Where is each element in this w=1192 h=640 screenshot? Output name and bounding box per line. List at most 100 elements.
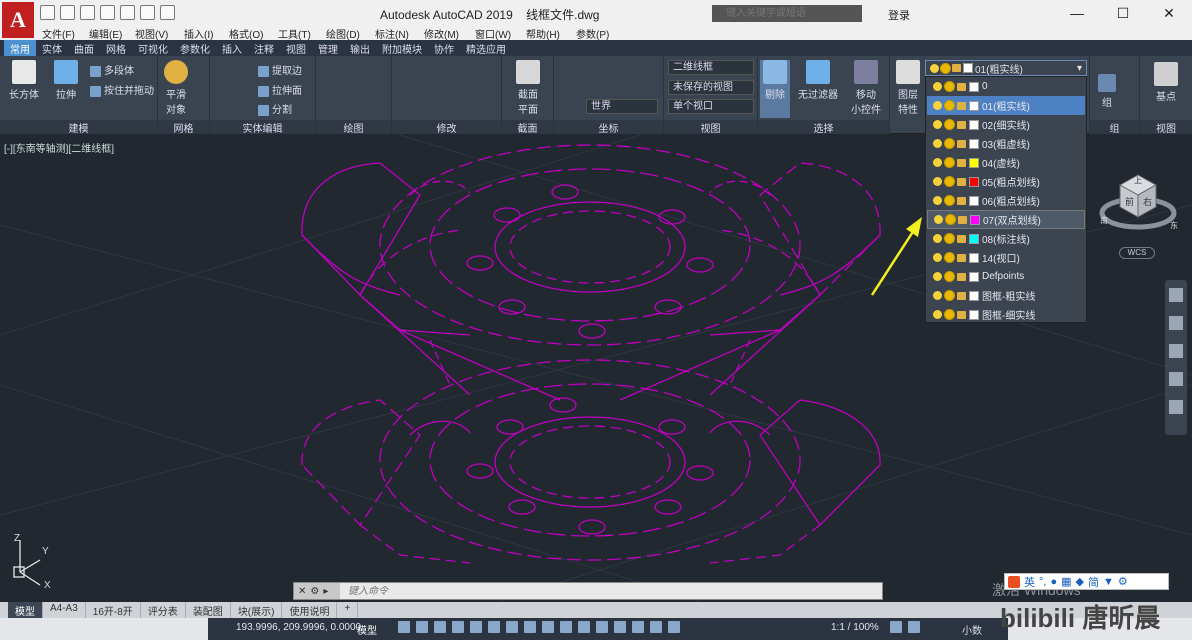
section-plane-button[interactable]: 截面 平面 [510, 60, 546, 116]
on-icon[interactable] [933, 310, 942, 319]
unlock-icon[interactable] [957, 196, 966, 205]
layer-row-defpoints[interactable]: Defpoints [927, 267, 1085, 286]
on-icon[interactable] [933, 253, 942, 262]
save-icon[interactable] [80, 5, 95, 20]
layer-row-01[interactable]: 01(粗实线) [927, 96, 1085, 115]
panel-title-section[interactable]: 截面 [502, 120, 553, 135]
panel-title-view[interactable]: 视图 [664, 120, 757, 135]
layer-row-frame-thin[interactable]: 图框-细实线 [927, 305, 1085, 324]
lineweight-icon[interactable] [524, 621, 536, 633]
pan-icon[interactable] [1169, 316, 1183, 330]
thaw-icon[interactable] [945, 234, 954, 243]
workspace-gear-icon[interactable] [890, 621, 902, 633]
layout-tab-block[interactable]: 块(展示) [231, 602, 283, 618]
panel-title-draw[interactable]: 绘图 [316, 120, 391, 135]
thaw-icon[interactable] [945, 139, 954, 148]
on-icon[interactable] [934, 215, 943, 224]
thaw-icon[interactable] [945, 177, 954, 186]
thaw-icon[interactable] [945, 101, 954, 110]
presspull-button[interactable]: 按住并拖动 [90, 82, 154, 97]
transparency-icon[interactable] [542, 621, 554, 633]
extract-edges-button[interactable]: 提取边 [258, 62, 302, 77]
gizmo-button[interactable]: 移动 小控件 [848, 60, 884, 116]
menu-modify[interactable]: 修改(M) [424, 26, 459, 41]
menu-insert[interactable]: 插入(I) [184, 26, 213, 41]
on-icon[interactable] [933, 291, 942, 300]
ortho-icon[interactable] [434, 621, 446, 633]
panel-title-coordinates[interactable]: 坐标 [554, 120, 663, 135]
viewport-config-dropdown[interactable]: 单个视口 [668, 99, 754, 114]
unlock-icon[interactable] [957, 272, 966, 281]
cursor-coordinates[interactable]: 193.9996, 209.9996, 0.0000 [236, 622, 361, 633]
open-icon[interactable] [60, 5, 75, 20]
viewport-controls-label[interactable]: [-][东南等轴测][二维线框] [4, 140, 114, 155]
tab-annotate[interactable]: 注释 [248, 40, 280, 56]
tab-insert[interactable]: 插入 [216, 40, 248, 56]
on-icon[interactable] [933, 272, 942, 281]
3d-osnap-icon[interactable] [578, 621, 590, 633]
maximize-icon[interactable]: ☐ [1100, 0, 1146, 26]
recent-commands-icon[interactable]: ▸ [323, 586, 328, 597]
customize-icon[interactable]: ⚙ [310, 586, 319, 597]
unlock-icon[interactable] [957, 177, 966, 186]
close-icon[interactable]: ✕ [1146, 0, 1192, 26]
showmotion-icon[interactable] [1169, 400, 1183, 414]
menu-draw[interactable]: 绘图(D) [326, 26, 360, 41]
group-button[interactable]: 组 [1094, 74, 1120, 109]
unlock-icon[interactable] [957, 139, 966, 148]
steering-wheel-icon[interactable] [1169, 288, 1183, 302]
layer-row-07[interactable]: 07(双点划线) [927, 210, 1085, 229]
layout-tab-a4a3[interactable]: A4-A3 [43, 602, 86, 618]
panel-title-view2[interactable]: 视图 [1140, 120, 1192, 135]
thaw-icon[interactable] [945, 310, 954, 319]
layout-tab-score[interactable]: 评分表 [141, 602, 186, 618]
layer-row-06[interactable]: 06(粗点划线) [927, 191, 1085, 210]
panel-title-modeling[interactable]: 建模 [0, 120, 157, 135]
osnap-tracking-icon[interactable] [488, 621, 500, 633]
menu-file[interactable]: 文件(F) [42, 26, 75, 41]
tab-home[interactable]: 常用 [4, 40, 36, 56]
on-icon[interactable] [933, 177, 942, 186]
thaw-icon[interactable] [945, 120, 954, 129]
selection-cycling-icon[interactable] [560, 621, 572, 633]
panel-title-groups[interactable]: 组 [1090, 120, 1139, 135]
ime-toolbar[interactable]: 英 °, ● ▦ ◆ 简 ▼ ⚙ [1004, 573, 1169, 590]
unlock-icon[interactable] [957, 158, 966, 167]
layer-dropdown[interactable]: 01(粗实线) ▾ [925, 60, 1087, 76]
polar-icon[interactable] [452, 621, 464, 633]
plot-icon[interactable] [120, 5, 135, 20]
unlock-icon[interactable] [957, 291, 966, 300]
units-display[interactable]: 小数 [962, 622, 982, 637]
login-button[interactable]: 登录 [888, 7, 910, 23]
model-space-toggle[interactable]: 模型 [357, 622, 377, 637]
tab-solid[interactable]: 实体 [36, 40, 68, 56]
panel-title-modify[interactable]: 修改 [392, 120, 501, 135]
menu-params[interactable]: 参数(P) [576, 26, 609, 41]
layout-tab-assembly[interactable]: 装配图 [186, 602, 231, 618]
layer-row-02[interactable]: 02(细实线) [927, 115, 1085, 134]
layer-row-05[interactable]: 05(粗点划线) [927, 172, 1085, 191]
minimize-icon[interactable]: — [1054, 0, 1100, 26]
tab-mesh[interactable]: 网格 [100, 40, 132, 56]
new-icon[interactable] [40, 5, 55, 20]
layout-tab-manual[interactable]: 使用说明 [282, 602, 338, 618]
gizmo-toggle-icon[interactable] [632, 621, 644, 633]
thaw-icon[interactable] [945, 158, 954, 167]
unlock-icon[interactable] [957, 253, 966, 262]
menu-dimension[interactable]: 标注(N) [375, 26, 409, 41]
tab-manage[interactable]: 管理 [312, 40, 344, 56]
selection-filter-icon[interactable] [614, 621, 626, 633]
on-icon[interactable] [933, 120, 942, 129]
unlock-icon[interactable] [957, 120, 966, 129]
smooth-object-button[interactable]: 平滑 对象 [160, 60, 192, 116]
separate-button[interactable]: 分割 [258, 101, 292, 116]
search-input[interactable] [712, 5, 862, 22]
layer-row-14[interactable]: 14(视口) [927, 248, 1085, 267]
tab-view[interactable]: 视图 [280, 40, 312, 56]
grid-icon[interactable] [398, 621, 410, 633]
thaw-icon[interactable] [945, 196, 954, 205]
menu-window[interactable]: 窗口(W) [475, 26, 511, 41]
add-icon[interactable] [908, 621, 920, 633]
unlock-icon[interactable] [957, 82, 966, 91]
tab-parametric[interactable]: 参数化 [174, 40, 216, 56]
